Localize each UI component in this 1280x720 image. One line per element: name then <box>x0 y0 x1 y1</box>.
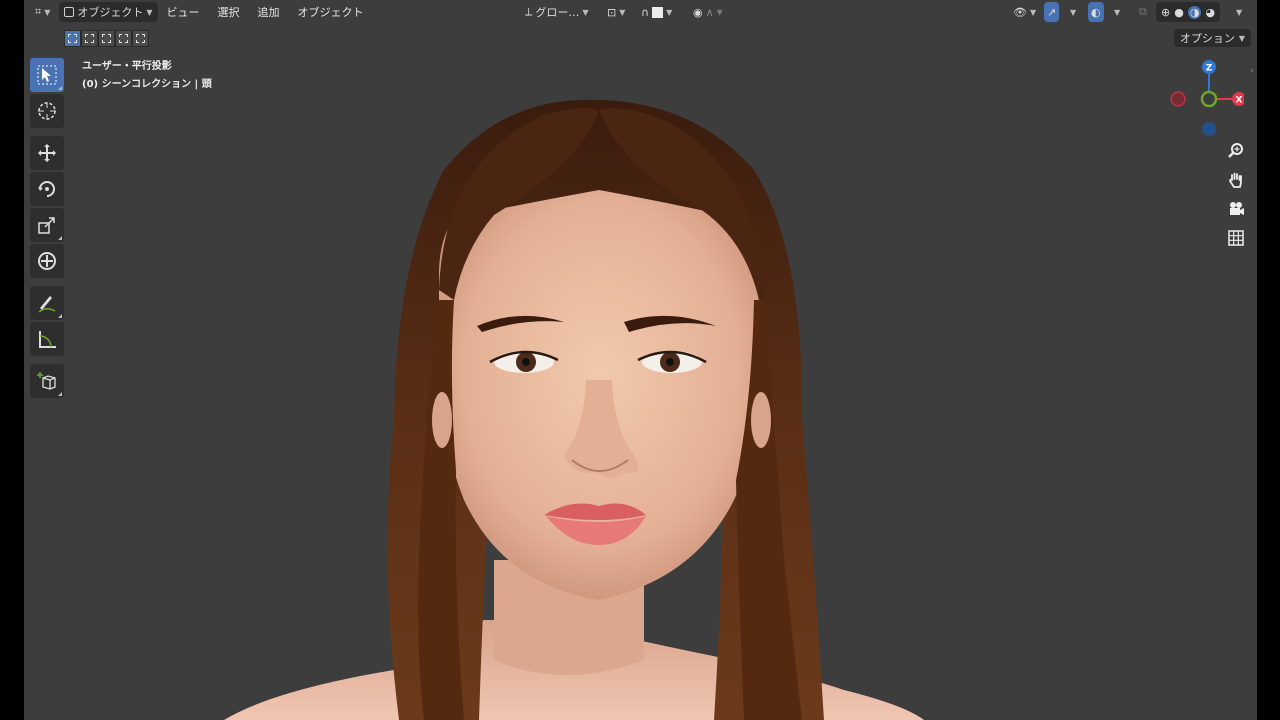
editor-type-icon: ⌗ <box>35 5 42 18</box>
gizmo-toggle[interactable]: ↗ <box>1044 2 1060 22</box>
select-new-button[interactable] <box>64 30 81 47</box>
snap-target-icon <box>652 6 664 18</box>
transform-orientation-dropdown[interactable]: ⟂ グロー… ▼ <box>520 2 594 22</box>
chevron-down-icon: ▼ <box>582 7 589 17</box>
menu-select[interactable]: 選択 <box>209 4 249 20</box>
annotate-tool[interactable] <box>30 286 64 320</box>
transform-orientation-label: グロー… <box>535 6 580 19</box>
chevron-down-icon: ▼ <box>619 7 626 17</box>
object-mode-icon <box>64 7 75 17</box>
zoom-button[interactable] <box>1223 138 1249 164</box>
measure-icon <box>39 331 56 348</box>
scale-tool[interactable] <box>30 208 64 242</box>
mode-label: オブジェクト <box>77 6 144 19</box>
sidebar-toggle-icon[interactable]: ‹ <box>1250 66 1254 76</box>
select-subtract-button[interactable] <box>98 30 115 47</box>
3d-viewport[interactable]: ⌗ ▼ オブジェクト ▼ ビュー 選択 追加 オブジェクト ⟂ グロー… ▼ ⊡ ▼… <box>24 0 1257 720</box>
hand-icon <box>1229 172 1242 188</box>
magnet-icon: ∩ <box>641 5 650 19</box>
chevron-down-icon: ▼ <box>1029 7 1037 17</box>
camera-view-button[interactable] <box>1223 196 1249 222</box>
pan-button[interactable] <box>1223 167 1249 193</box>
options-dropdown[interactable]: オプション ▼ <box>1173 29 1251 47</box>
eye-icon: 👁 <box>1013 5 1027 19</box>
chevron-down-icon: ▼ <box>44 7 51 17</box>
rotate-icon <box>38 181 55 197</box>
move-tool[interactable] <box>30 136 64 170</box>
chevron-down-icon[interactable]: ▼ <box>1070 8 1076 17</box>
solid-shading-icon[interactable]: ● <box>1174 6 1184 19</box>
window-edge <box>1257 0 1280 720</box>
falloff-icon: ∧ <box>705 5 714 19</box>
cursor-icon <box>38 102 56 120</box>
select-invert-button[interactable] <box>115 30 132 47</box>
rotate-tool[interactable] <box>30 172 64 206</box>
select-extend-button[interactable] <box>81 30 98 47</box>
transform-icon <box>38 252 56 270</box>
visibility-dropdown[interactable]: 👁 ▼ <box>1008 2 1041 22</box>
annotate-icon <box>38 296 56 313</box>
select-intersect-button[interactable] <box>132 30 149 47</box>
snap-toggle[interactable]: ∩ ▼ <box>636 2 677 22</box>
material-shading-icon[interactable]: ◑ <box>1187 5 1202 19</box>
measure-tool[interactable] <box>30 322 64 356</box>
mode-dropdown[interactable]: オブジェクト ▼ <box>59 2 158 22</box>
rendered-shading-icon[interactable]: ◕ <box>1205 6 1215 19</box>
navigation-gizmo[interactable]: Z X <box>1164 56 1244 141</box>
proportional-edit-toggle[interactable]: ◉ ∧ ▼ <box>688 2 728 22</box>
chevron-down-icon: ▼ <box>666 7 673 17</box>
move-icon <box>38 144 56 162</box>
perspective-toggle-button[interactable] <box>1223 225 1249 251</box>
select-box-icon <box>37 65 57 85</box>
grid-icon <box>1228 230 1244 246</box>
zoom-icon <box>1228 143 1243 158</box>
menu-add[interactable]: 追加 <box>249 4 289 20</box>
gizmo-z-label: Z <box>1206 64 1213 74</box>
wireframe-shading-icon[interactable]: ⊕ <box>1161 6 1170 19</box>
tool-shelf <box>30 58 64 400</box>
overlays-icon: ◐ <box>1091 5 1101 19</box>
view-name: ユーザー・平行投影 <box>82 61 172 72</box>
menu-view[interactable]: ビュー <box>158 4 209 20</box>
proportional-edit-icon: ◉ <box>693 5 703 19</box>
gizmo-neg-x-axis[interactable] <box>1170 91 1186 107</box>
select-box-tool[interactable] <box>30 58 64 92</box>
scale-icon <box>38 217 55 234</box>
selection-mode-group <box>64 30 149 47</box>
menu-object[interactable]: オブジェクト <box>289 4 373 20</box>
gizmo-y-axis[interactable] <box>1200 90 1218 108</box>
collection-label: (0) シーンコレクション | 頭 <box>82 79 212 90</box>
options-label: オプション <box>1179 32 1235 45</box>
shading-mode-group[interactable]: ⊕ ● ◑ ◕ <box>1156 2 1221 22</box>
add-cube-icon <box>37 372 56 390</box>
camera-icon <box>1230 202 1244 215</box>
xray-toggle[interactable]: ⧉ <box>1134 2 1152 22</box>
chevron-down-icon: ▼ <box>146 7 153 17</box>
gizmo-icon: ↗ <box>1047 5 1057 19</box>
pivot-point-dropdown[interactable]: ⊡ ▼ <box>602 2 630 22</box>
character-render <box>224 99 924 720</box>
axes-icon: ⟂ <box>525 5 533 18</box>
chevron-down-icon: ▼ <box>1238 33 1245 43</box>
editor-type-button[interactable]: ⌗ ▼ <box>30 2 55 22</box>
add-cube-tool[interactable] <box>30 364 64 398</box>
pivot-icon: ⊡ <box>607 5 617 19</box>
transform-tool[interactable] <box>30 244 64 278</box>
viewport-header: ⌗ ▼ オブジェクト ▼ ビュー 選択 追加 オブジェクト ⟂ グロー… ▼ ⊡ ▼… <box>24 0 1257 24</box>
chevron-down-icon[interactable]: ▼ <box>1236 8 1242 17</box>
cursor-tool[interactable] <box>30 94 64 128</box>
gizmo-x-label: X <box>1236 96 1243 106</box>
chevron-down-icon: ▼ <box>716 7 723 17</box>
chevron-down-icon[interactable]: ▼ <box>1114 8 1120 17</box>
overlays-toggle[interactable]: ◐ <box>1088 2 1104 22</box>
xray-icon: ⧉ <box>1139 5 1147 18</box>
gizmo-neg-z-axis[interactable] <box>1202 122 1216 136</box>
viewport-info: ユーザー・平行投影 (0) シーンコレクション | 頭 <box>82 58 212 94</box>
